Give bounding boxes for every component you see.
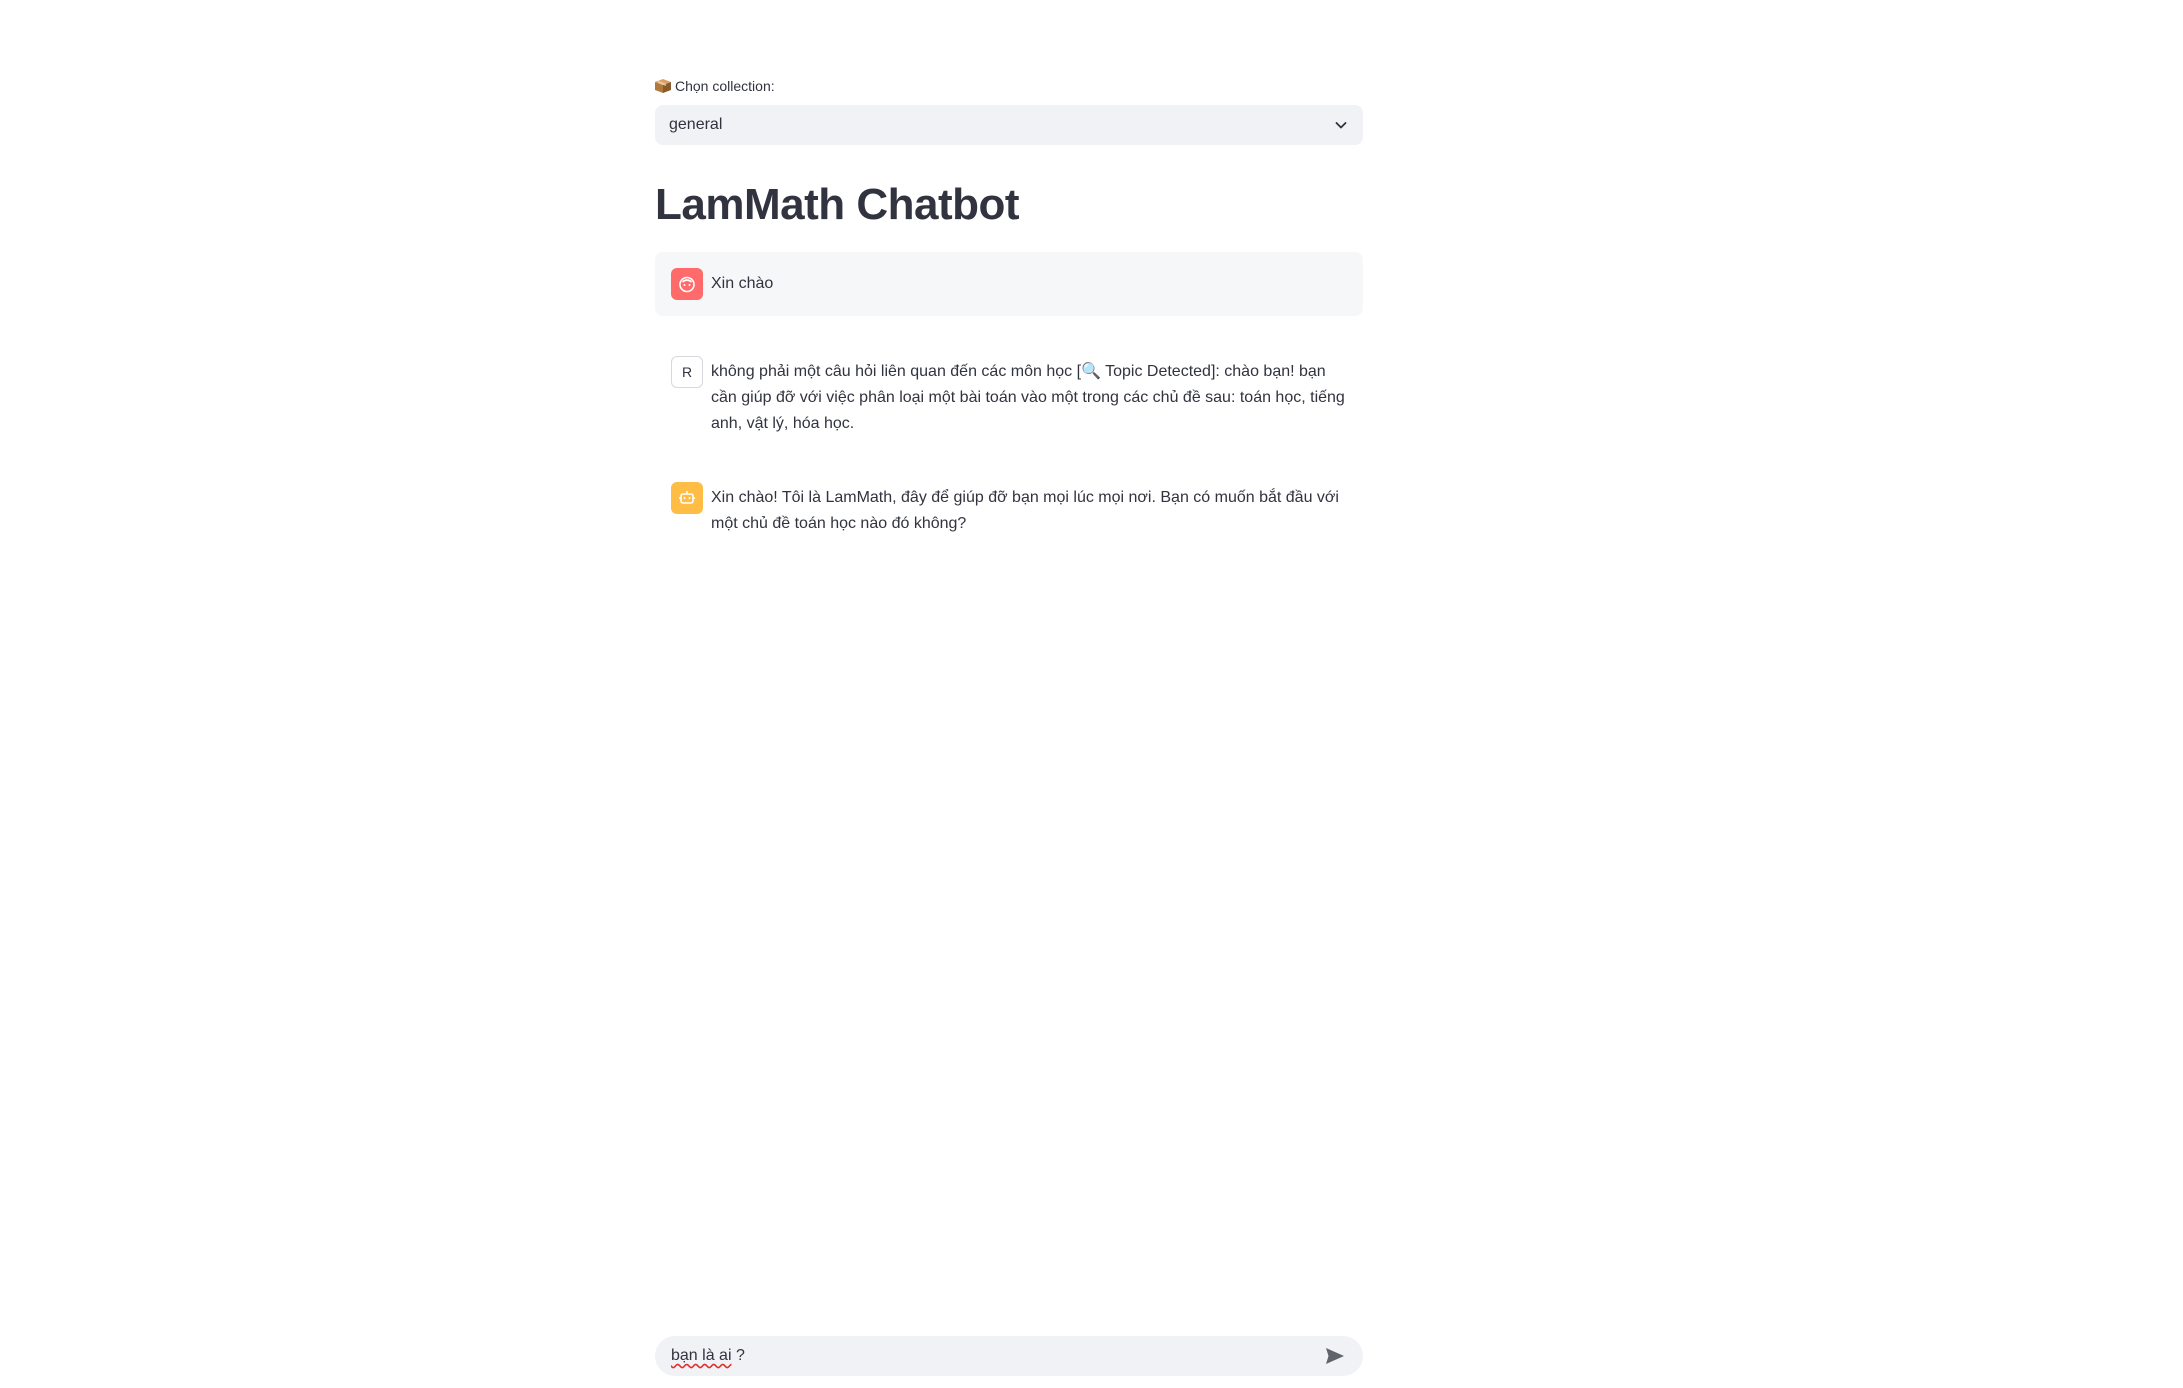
main-container: Chọn collection: general LamMath Chatbot… [655, 0, 1363, 1388]
chat-message-user: Xin chào [655, 252, 1363, 316]
chat-input-value-suffix: ? [731, 1347, 745, 1364]
chat-message-text: Xin chào [711, 275, 774, 292]
chat-message-assistant: Xin chào! Tôi là LamMath, đây để giúp đỡ… [655, 466, 1363, 553]
collection-label-text: Chọn collection: [675, 78, 775, 94]
chat-message-text: không phải một câu hỏi liên quan đến các… [711, 363, 1345, 432]
chat-input-field[interactable]: bạn là ai ? [671, 1347, 1323, 1365]
r-avatar: R [671, 356, 703, 388]
bot-avatar-icon [671, 482, 703, 514]
collection-select-value: general [669, 116, 723, 133]
collection-select[interactable]: general [655, 105, 1363, 145]
chat-message-text: Xin chào! Tôi là LamMath, đây để giúp đỡ… [711, 489, 1339, 532]
user-avatar-icon [671, 268, 703, 300]
send-icon [1326, 1348, 1344, 1364]
chat-input-value: bạn là ai [671, 1347, 732, 1364]
chat-input[interactable]: bạn là ai ? [655, 1336, 1363, 1376]
chevron-down-icon [1333, 117, 1349, 133]
collection-label: Chọn collection: [655, 78, 775, 94]
package-icon [655, 79, 671, 93]
page-title: LamMath Chatbot [655, 180, 1020, 229]
chat-message-r: R không phải một câu hỏi liên quan đến c… [655, 340, 1363, 453]
send-button[interactable] [1323, 1344, 1347, 1368]
